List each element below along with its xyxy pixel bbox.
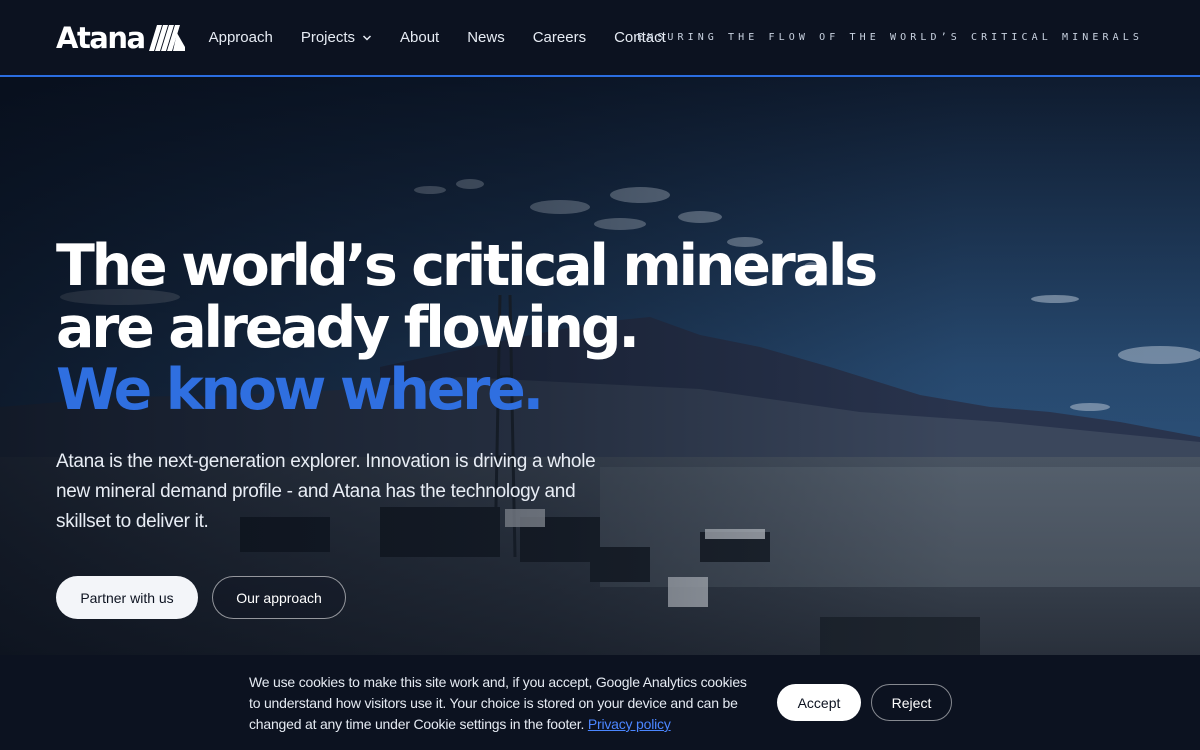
headline-line-2: are already flowing. — [56, 295, 640, 361]
logo[interactable]: Atana — [56, 23, 185, 53]
nav-link-approach[interactable]: Approach — [209, 29, 273, 46]
reject-cookies-button[interactable]: Reject — [871, 684, 952, 721]
hero-headline: The world’s critical minerals are alread… — [56, 233, 878, 423]
privacy-policy-link[interactable]: Privacy policy — [588, 716, 671, 732]
accept-cookies-button[interactable]: Accept — [777, 684, 861, 721]
tagline: ENSURING THE FLOW OF THE WORLD’S CRITICA… — [636, 32, 1143, 43]
our-approach-button[interactable]: Our approach — [212, 576, 346, 619]
headline-line-3: We know where. — [56, 357, 544, 423]
hero-section: The world’s critical minerals are alread… — [0, 77, 1200, 655]
chevron-down-icon — [362, 34, 372, 41]
cookie-text: We use cookies to make this site work an… — [249, 674, 747, 732]
partner-with-us-button[interactable]: Partner with us — [56, 576, 198, 619]
nav-link-projects[interactable]: Projects — [301, 29, 372, 46]
cookie-message: We use cookies to make this site work an… — [249, 672, 749, 735]
nav-link-about[interactable]: About — [400, 29, 439, 46]
main-menu: Approach Projects About News Careers Con… — [209, 29, 694, 46]
nav-link-careers[interactable]: Careers — [533, 29, 586, 46]
hero-description: Atana is the next-generation explorer. I… — [56, 451, 596, 532]
logo-mark-icon — [148, 24, 185, 51]
top-nav: Atana Approach Projects About News Caree… — [0, 0, 1200, 77]
cookie-banner: We use cookies to make this site work an… — [0, 655, 1200, 750]
logo-text: Atana — [56, 20, 146, 55]
headline-line-1: The world’s critical minerals — [56, 233, 878, 299]
nav-link-news[interactable]: News — [467, 29, 505, 46]
